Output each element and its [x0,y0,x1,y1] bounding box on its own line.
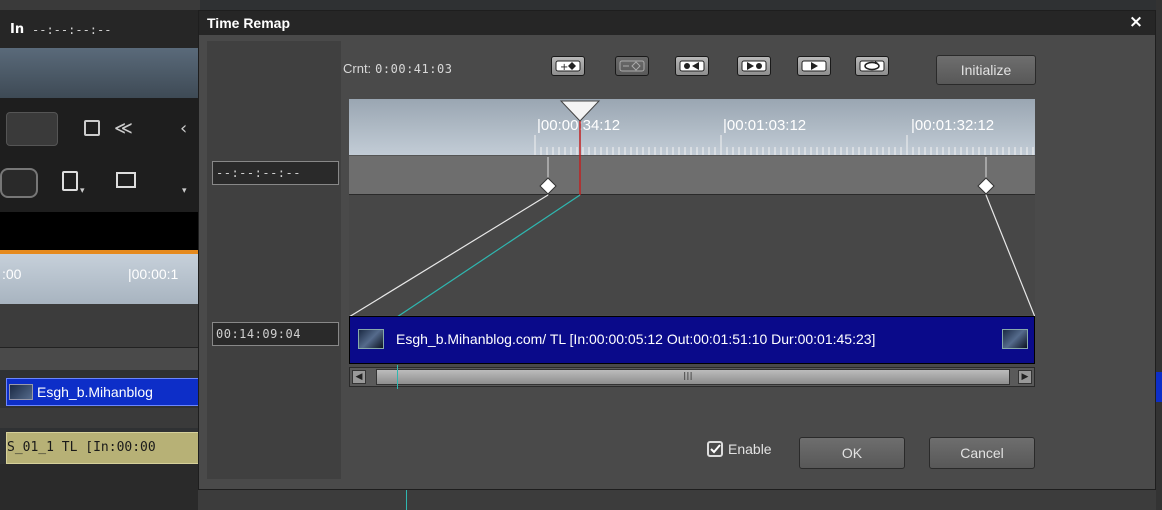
source-timecode-field[interactable]: --:--:--:-- [212,161,339,185]
add-keyframe-button[interactable]: + [551,56,585,76]
scroll-speed-marker [397,365,398,389]
cancel-button[interactable]: Cancel [929,437,1035,469]
keyframe-marker[interactable] [539,177,557,195]
bg-black-band [0,212,200,252]
in-label: In [10,22,25,37]
import-icon[interactable] [116,172,136,188]
bg-right-edge [1156,0,1162,510]
prev-keyframe-icon [679,60,705,72]
next-keyframe-button[interactable] [737,56,771,76]
bg-speed-line [406,490,407,510]
add-keyframe-icon: + [555,60,581,73]
delete-keyframe-icon [619,60,645,72]
bg-track-gap [0,408,200,428]
bg-audio-clip-label: S_01_1 TL [In:00:00 [7,440,156,455]
current-time-value: 0:00:41:03 [375,62,453,76]
enable-label: Enable [728,441,772,457]
checkbox-icon[interactable] [707,441,723,457]
delete-keyframe-button[interactable] [615,56,649,76]
dialog-title: Time Remap [207,15,290,31]
left-panel [207,41,341,479]
clip-thumbnail [9,384,33,400]
rewind-icon[interactable]: ≪ [114,118,133,139]
play-icon [801,60,827,72]
chevron-down-icon[interactable]: ▾ [182,186,187,196]
bg-track-empty [0,304,200,348]
bg-jog-button[interactable] [6,112,58,146]
step-back-icon[interactable]: ‹ [180,118,187,139]
close-button[interactable]: × [1127,13,1145,31]
clip-thumbnail [1002,329,1028,349]
bg-top-edge [0,0,200,10]
stop-icon[interactable] [84,120,100,136]
bg-bottom-strip [198,490,1156,510]
remap-line [985,194,1035,318]
bg-ruler-label: |00:00:1 [128,266,179,282]
timeline-scrollbar[interactable]: ◀ III ▶ [349,367,1035,387]
bg-video-clip-label: Esgh_b.Mihanblog [37,384,153,400]
in-timecode: --:--:--:-- [32,23,112,37]
initialize-button[interactable]: Initialize [936,55,1036,85]
scroll-grip: III [683,370,693,383]
bg-video-clip[interactable]: Esgh_b.Mihanblog [6,378,200,406]
bg-round-button[interactable] [0,168,38,198]
new-document-icon[interactable] [62,171,78,191]
bg-in-bar: In --:--:--:-- [0,10,200,48]
bg-track-gap [0,348,200,370]
loop-button[interactable] [855,56,889,76]
bg-right-clip [1156,372,1162,402]
bg-ruler-label: :00 [2,266,22,282]
playhead-handle[interactable] [559,100,601,122]
bg-ruler: :00 |00:00:1 [0,254,200,304]
chevron-down-icon[interactable]: ▾ [80,186,85,196]
bg-tools-row: ▾ ▾ [0,156,200,212]
time-remap-dialog: Time Remap × --:--:--:-- 00:14:09:04 Crn… [198,10,1156,490]
loop-icon [859,60,885,72]
clip-timecode-field[interactable]: 00:14:09:04 [212,322,339,346]
clip-bar[interactable]: Esgh_b.Mihanblog.com/ TL [In:00:00:05:12… [349,316,1035,364]
bg-preview [0,48,200,98]
current-time-label: Crnt: [343,61,372,76]
current-time: Crnt: 0:00:41:03 [343,61,452,76]
remap-line [349,194,549,318]
keyframe-marker[interactable] [977,177,995,195]
title-bar[interactable]: Time Remap × [199,11,1155,35]
bg-audio-clip[interactable]: S_01_1 TL [In:00:00 [6,432,200,464]
scroll-right-arrow-icon[interactable]: ▶ [1018,370,1032,384]
remap-overlay [349,100,1035,318]
playhead-speed-line [396,194,581,318]
scroll-left-arrow-icon[interactable]: ◀ [352,370,366,384]
ok-button[interactable]: OK [799,437,905,469]
next-keyframe-icon [741,60,767,72]
clip-info: Esgh_b.Mihanblog.com/ TL [In:00:00:05:12… [396,331,876,347]
prev-keyframe-button[interactable] [675,56,709,76]
scroll-thumb[interactable]: III [376,369,1010,385]
play-button[interactable] [797,56,831,76]
svg-text:+: + [560,62,568,73]
enable-checkbox[interactable]: Enable [707,441,772,457]
clip-thumbnail [358,329,384,349]
bg-transport-row: ≪ ‹ [0,98,200,156]
bg-bottom [0,464,200,510]
